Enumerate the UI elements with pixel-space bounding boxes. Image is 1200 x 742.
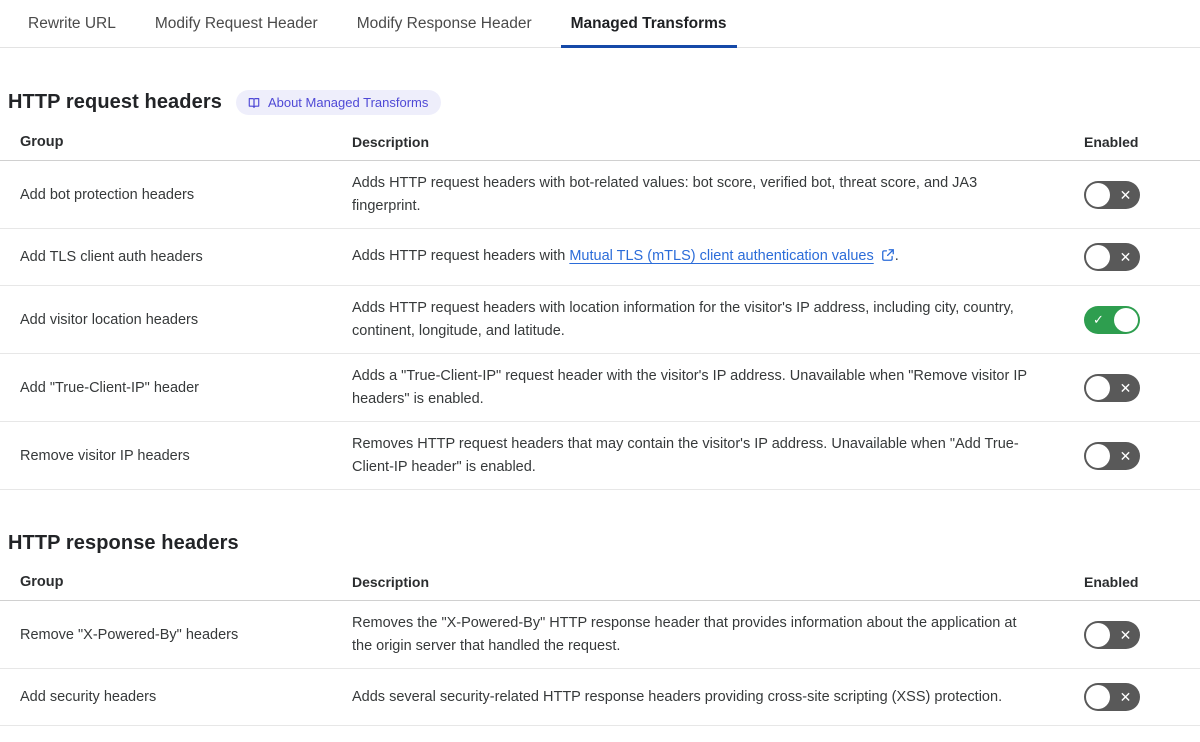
description-cell: Adds HTTP request headers with location … — [352, 300, 1014, 339]
tab-modify-request-header[interactable]: Modify Request Header — [154, 0, 319, 47]
toggle-knob — [1086, 375, 1110, 400]
column-header-description: Description — [352, 134, 430, 150]
toggle-state-icon: ✕ — [1119, 186, 1132, 203]
toggle-state-icon: ✕ — [1119, 379, 1132, 396]
toggle-knob — [1086, 622, 1110, 647]
group-cell: Add TLS client auth headers — [20, 249, 203, 265]
description-cell: Adds HTTP request headers with Mutual TL… — [352, 245, 1084, 270]
table-header-row: Group Description Enabled — [0, 129, 1200, 161]
response-headers-table: Group Description Enabled Remove "X-Powe… — [0, 569, 1200, 726]
toggle-switch[interactable]: ✓ — [1084, 305, 1140, 334]
toggle-switch[interactable]: ✕ — [1084, 373, 1140, 402]
group-cell: Remove "X-Powered-By" headers — [20, 626, 239, 643]
table-row: Add "True-Client-IP" header Adds a "True… — [0, 354, 1200, 422]
column-header-group: Group — [20, 134, 64, 150]
column-header-enabled: Enabled — [1084, 574, 1139, 590]
tab-modify-response-header[interactable]: Modify Response Header — [356, 0, 533, 47]
toggle-knob — [1086, 245, 1110, 269]
about-badge-label: About Managed Transforms — [267, 95, 429, 110]
table-row: Add TLS client auth headers Adds HTTP re… — [0, 229, 1200, 286]
group-cell: Add visitor location headers — [20, 311, 199, 328]
toggle-switch[interactable]: ✕ — [1084, 441, 1140, 470]
description-link[interactable]: Mutual TLS (mTLS) client authentication … — [569, 248, 873, 264]
response-headers-section: HTTP response headers Group Description … — [0, 532, 1200, 726]
toggle-knob — [1086, 685, 1110, 709]
description-cell: Adds a "True-Client-IP" request header w… — [352, 368, 1027, 407]
external-link-icon — [881, 247, 895, 270]
description-cell: Adds HTTP request headers with bot-relat… — [352, 175, 978, 214]
column-header-description: Description — [352, 574, 430, 590]
table-row: Add security headers Adds several securi… — [0, 669, 1200, 726]
toggle-knob — [1086, 443, 1110, 468]
section-title-response-headers: HTTP response headers — [8, 532, 239, 554]
request-headers-table: Group Description Enabled Add bot protec… — [0, 129, 1200, 490]
group-cell: Add "True-Client-IP" header — [20, 379, 200, 396]
column-header-enabled: Enabled — [1084, 134, 1139, 150]
description-cell: Adds several security-related HTTP respo… — [352, 688, 1003, 705]
table-row: Remove "X-Powered-By" headers Removes th… — [0, 601, 1200, 669]
book-icon — [247, 96, 261, 110]
toggle-switch[interactable]: ✕ — [1084, 243, 1140, 271]
tab-rewrite-url[interactable]: Rewrite URL — [27, 0, 117, 47]
tab-bar: Rewrite URL Modify Request Header Modify R… — [0, 0, 1200, 48]
toggle-state-icon: ✕ — [1119, 447, 1132, 464]
about-managed-transforms-badge[interactable]: About Managed Transforms — [235, 90, 442, 115]
group-cell: Remove visitor IP headers — [20, 447, 190, 464]
group-cell: Add security headers — [20, 689, 157, 705]
tab-managed-transforms[interactable]: Managed Transforms — [560, 0, 737, 48]
toggle-state-icon: ✕ — [1119, 249, 1132, 265]
toggle-switch[interactable]: ✕ — [1084, 683, 1140, 711]
toggle-switch[interactable]: ✕ — [1084, 180, 1140, 209]
section-title-request-headers: HTTP request headers — [8, 91, 222, 113]
table-row: Add visitor location headers Adds HTTP r… — [0, 286, 1200, 354]
toggle-state-icon: ✕ — [1119, 689, 1132, 705]
toggle-state-icon: ✓ — [1093, 311, 1104, 327]
column-header-group: Group — [20, 574, 64, 590]
table-header-row: Group Description Enabled — [0, 569, 1200, 601]
table-row: Add bot protection headers Adds HTTP req… — [0, 161, 1200, 229]
description-cell: Removes the "X-Powered-By" HTTP response… — [352, 615, 1017, 654]
request-headers-section: HTTP request headers About Managed Trans… — [0, 90, 1200, 490]
description-cell: Removes HTTP request headers that may co… — [352, 436, 1019, 475]
toggle-state-icon: ✕ — [1119, 626, 1132, 643]
table-row: Remove visitor IP headers Removes HTTP r… — [0, 422, 1200, 490]
toggle-switch[interactable]: ✕ — [1084, 620, 1140, 649]
toggle-knob — [1114, 307, 1138, 332]
toggle-knob — [1086, 182, 1110, 207]
group-cell: Add bot protection headers — [20, 186, 195, 203]
